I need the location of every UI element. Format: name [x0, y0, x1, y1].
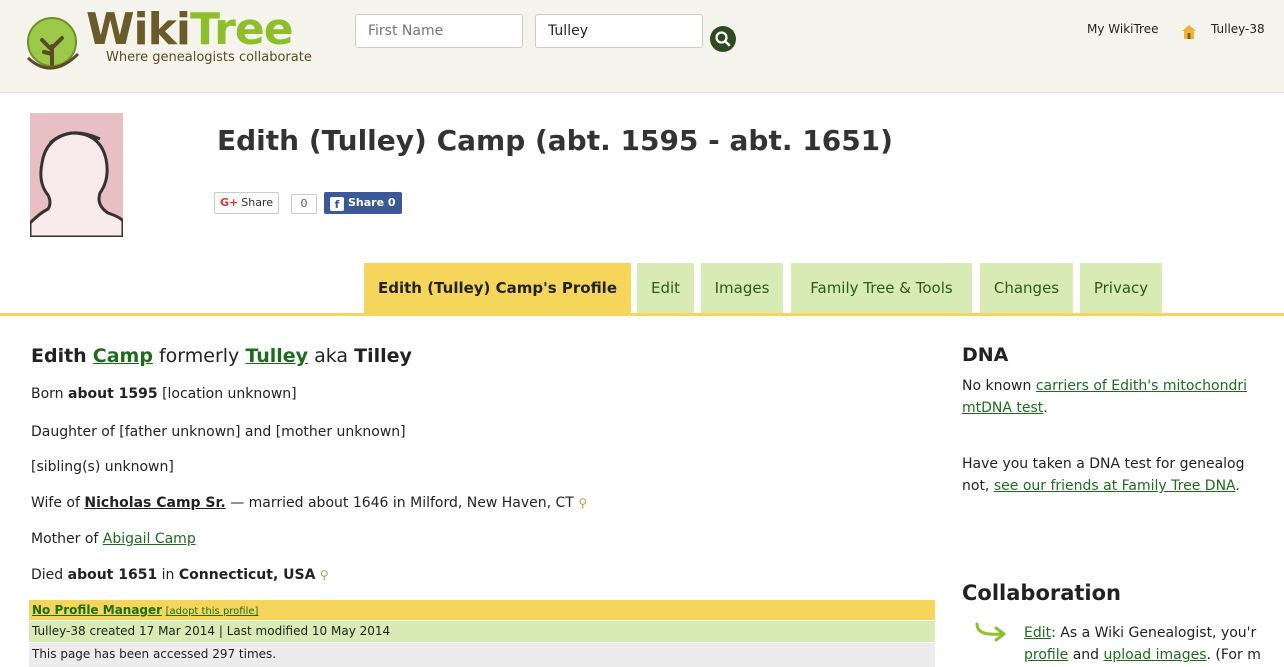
parents-fact: Daughter of [father unknown] and [mother… [31, 424, 406, 440]
dna-line4-suffix: . [1235, 478, 1240, 494]
tab-edit[interactable]: Edit [637, 263, 694, 313]
upload-images-link[interactable]: upload images [1103, 647, 1206, 663]
last-name-search-input[interactable] [535, 14, 703, 48]
first-name: Edith [31, 345, 87, 367]
dna-line1-prefix: No known [962, 378, 1032, 394]
marriage-details: — married about 1646 in Milford, New Hav… [230, 495, 574, 511]
death-fact: Died about 1651 in Connecticut, USA ⚲ [31, 567, 329, 583]
first-name-search-input[interactable] [355, 14, 523, 48]
siblings-fact: [sibling(s) unknown] [31, 459, 174, 475]
aka-label: aka [314, 345, 349, 367]
search-icon[interactable] [710, 26, 736, 52]
dna-line2-suffix: . [1043, 400, 1048, 416]
logo-wordmark: WikiTree [86, 4, 294, 55]
page-title: Edith (Tulley) Camp (abt. 1595 - abt. 16… [217, 124, 893, 157]
profile-link[interactable]: profile [1024, 647, 1068, 663]
died-in: in [161, 567, 175, 583]
profile-avatar [30, 113, 123, 237]
my-wikitree-link[interactable]: My WikiTree [1087, 22, 1159, 36]
dna-line4-prefix: not, [962, 478, 990, 494]
google-plus-icon: G+ [220, 196, 239, 209]
dna-heading: DNA [962, 344, 1009, 366]
fb-share-label: Share 0 [348, 196, 396, 209]
logo-word-tree: Tree [189, 4, 294, 55]
last-name-link[interactable]: Camp [93, 345, 153, 367]
mother-prefix: Mother of [31, 531, 99, 547]
tab-privacy[interactable]: Privacy [1080, 263, 1162, 313]
profile-manager-row: No Profile Manager [adopt this profile] [29, 600, 935, 620]
adopt-profile-link[interactable]: [adopt this profile] [166, 606, 259, 617]
spouse-link[interactable]: Nicholas Camp Sr. [84, 495, 225, 511]
collab-text-2: . (For m [1206, 647, 1261, 663]
tab-profile[interactable]: Edith (Tulley) Camp's Profile [364, 263, 631, 313]
died-date: about 1651 [67, 567, 158, 583]
collaboration-text: Edit: As a Wiki Genealogist, you'r profi… [1024, 622, 1284, 666]
tab-family-tree-tools[interactable]: Family Tree & Tools [791, 263, 972, 313]
tree-logo-icon [26, 17, 80, 70]
born-prefix: Born [31, 386, 64, 402]
access-count-text: This page has been accessed 297 times. [32, 647, 277, 661]
created-modified-text: Tulley-38 created 17 Mar 2014 | Last mod… [32, 624, 391, 638]
access-count-row: This page has been accessed 297 times. [29, 643, 935, 667]
mtdna-test-link[interactable]: mtDNA test [962, 400, 1043, 416]
map-pin-icon[interactable]: ⚲ [578, 496, 587, 510]
map-pin-icon[interactable]: ⚲ [320, 568, 329, 582]
tab-underline [0, 313, 1284, 316]
child-link[interactable]: Abigail Camp [103, 531, 196, 547]
born-place: [location unknown] [162, 386, 297, 402]
facebook-icon: f [330, 197, 344, 211]
collab-text-1: : As a Wiki Genealogist, you'r [1051, 625, 1257, 641]
gplus-share-label: Share [241, 196, 273, 209]
site-header: WikiTree Where genealogists collaborate … [0, 0, 1284, 93]
logo-word-wiki: Wiki [86, 4, 191, 55]
logo-tagline: Where genealogists collaborate [106, 50, 312, 65]
full-name-heading: Edith Camp formerly Tulley aka Tilley [31, 345, 412, 367]
collab-and: and [1072, 647, 1100, 663]
formerly-label: formerly [158, 345, 240, 367]
edit-link[interactable]: Edit [1024, 625, 1051, 641]
home-icon[interactable] [1180, 23, 1198, 41]
created-modified-row: Tulley-38 created 17 Mar 2014 | Last mod… [29, 621, 935, 642]
died-prefix: Died [31, 567, 64, 583]
user-id-link[interactable]: Tulley-38 [1211, 22, 1265, 36]
google-plus-share-button[interactable]: G+ Share [214, 192, 279, 214]
collaboration-heading: Collaboration [962, 581, 1122, 605]
maiden-name-link[interactable]: Tulley [245, 345, 308, 367]
tab-images[interactable]: Images [701, 263, 783, 313]
dna-mito-text: No known carriers of Edith's mitochondri… [962, 375, 1284, 419]
tab-changes[interactable]: Changes [980, 263, 1073, 313]
facebook-share-button[interactable]: f Share 0 [324, 192, 402, 214]
mito-carriers-link[interactable]: carriers of Edith's mitochondri [1036, 378, 1247, 394]
no-profile-manager-link[interactable]: No Profile Manager [32, 603, 162, 617]
aka-name: Tilley [354, 345, 412, 367]
silhouette-icon [30, 113, 123, 237]
marriage-fact: Wife of Nicholas Camp Sr. — married abou… [31, 495, 587, 511]
born-date: about 1595 [68, 386, 158, 402]
wife-prefix: Wife of [31, 495, 80, 511]
died-place: Connecticut, USA [178, 567, 316, 583]
gplus-share-count: 0 [291, 194, 317, 214]
dna-test-question: Have you taken a DNA test for genealog n… [962, 453, 1284, 497]
wikitree-logo[interactable]: WikiTree Where genealogists collaborate [22, 4, 342, 70]
curved-arrow-icon [975, 622, 1006, 642]
dna-line3: Have you taken a DNA test for genealog [962, 456, 1245, 472]
children-fact: Mother of Abigail Camp [31, 531, 196, 547]
birth-fact: Born about 1595 [location unknown] [31, 386, 297, 402]
family-tree-dna-link[interactable]: see our friends at Family Tree DNA [994, 478, 1236, 494]
